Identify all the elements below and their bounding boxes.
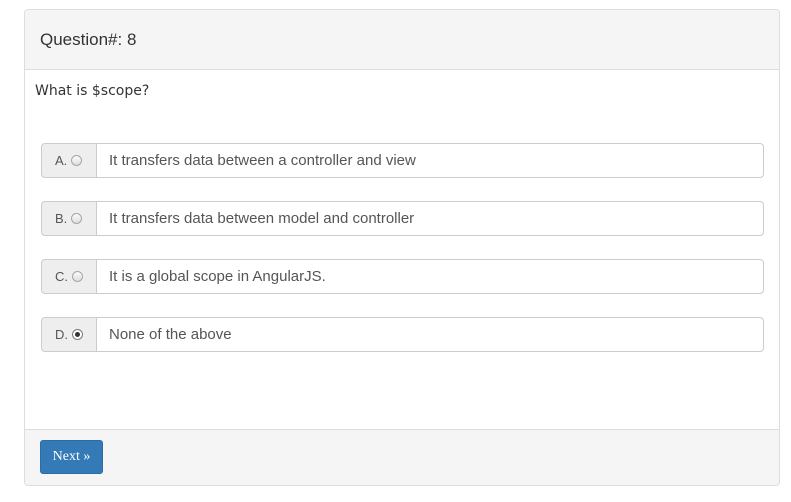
option-c-radio[interactable] xyxy=(72,271,83,282)
question-text: What is $scope? xyxy=(35,83,150,99)
option-c-addon: C. xyxy=(41,259,96,294)
option-a-letter: A. xyxy=(55,153,68,168)
option-d-addon: D. xyxy=(41,317,96,352)
option-b[interactable]: B. It transfers data between model and c… xyxy=(41,201,764,236)
option-a[interactable]: A. It transfers data between a controlle… xyxy=(41,143,764,178)
option-c-text[interactable]: It is a global scope in AngularJS. xyxy=(96,259,764,294)
option-d-text[interactable]: None of the above xyxy=(96,317,764,352)
option-d-radio[interactable] xyxy=(72,329,83,340)
option-b-addon: B. xyxy=(41,201,96,236)
option-d-letter: D. xyxy=(55,327,68,342)
panel-footer: Next » xyxy=(25,429,779,485)
option-a-radio[interactable] xyxy=(71,155,83,166)
option-c[interactable]: C. It is a global scope in AngularJS. xyxy=(41,259,764,294)
option-d[interactable]: D. None of the above xyxy=(41,317,764,352)
question-body: What is $scope? A. It transfers data bet… xyxy=(25,70,779,430)
option-b-text[interactable]: It transfers data between model and cont… xyxy=(96,201,764,236)
option-b-letter: B. xyxy=(55,211,68,226)
question-heading: Question#: 8 xyxy=(25,10,779,70)
option-a-text[interactable]: It transfers data between a controller a… xyxy=(96,143,764,178)
question-panel: Question#: 8 What is $scope? A. It trans… xyxy=(24,9,780,486)
option-c-letter: C. xyxy=(55,269,68,284)
next-button[interactable]: Next » xyxy=(40,440,103,474)
option-b-radio[interactable] xyxy=(71,213,83,224)
option-a-addon: A. xyxy=(41,143,96,178)
